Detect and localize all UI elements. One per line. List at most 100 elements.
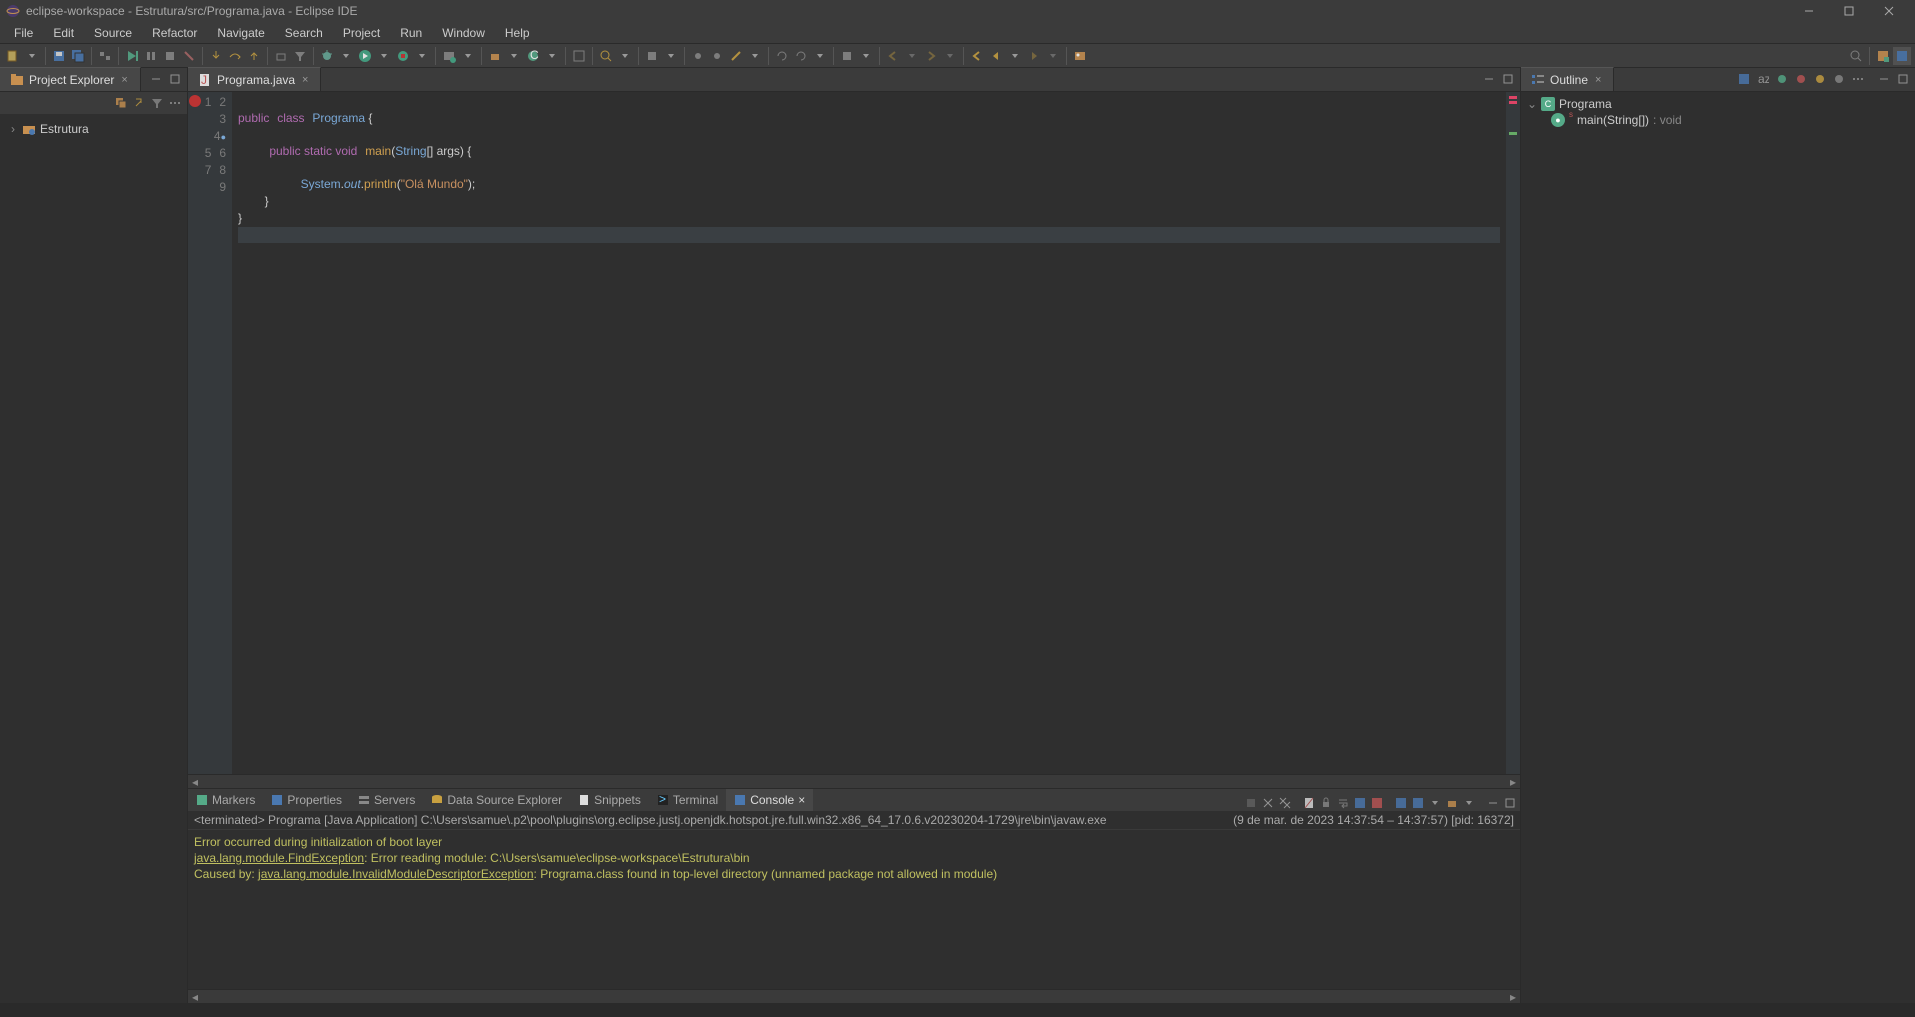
hide-static-icon[interactable]	[1793, 71, 1809, 87]
close-icon[interactable]: ×	[1593, 74, 1603, 86]
tab-markers[interactable]: Markers	[188, 789, 263, 811]
save-all-icon[interactable]	[69, 47, 87, 65]
pin-icon[interactable]	[838, 47, 856, 65]
dropdown-icon[interactable]	[375, 47, 393, 65]
maximize-view-icon[interactable]	[167, 71, 183, 87]
overview-mark-icon[interactable]	[1509, 132, 1517, 135]
pin-console-icon[interactable]	[1393, 795, 1409, 811]
step-return-icon[interactable]	[245, 47, 263, 65]
switch-icon[interactable]	[96, 47, 114, 65]
filter-icon[interactable]	[149, 95, 165, 111]
dropdown-icon[interactable]	[459, 47, 477, 65]
minimize-view-icon[interactable]	[1481, 71, 1497, 87]
maximize-button[interactable]	[1829, 0, 1869, 22]
pause-icon[interactable]	[142, 47, 160, 65]
maximize-view-icon[interactable]	[1895, 71, 1911, 87]
project-tree[interactable]: › Estrutura	[0, 114, 187, 1003]
menu-help[interactable]: Help	[495, 24, 540, 42]
toggle-icon[interactable]	[689, 47, 707, 65]
dropdown-icon[interactable]	[337, 47, 355, 65]
outline-class-row[interactable]: ⌄ C Programa	[1527, 96, 1909, 112]
show-on-error-icon[interactable]	[1369, 795, 1385, 811]
back-icon[interactable]	[884, 47, 902, 65]
menu-source[interactable]: Source	[84, 24, 142, 42]
drop-frame-icon[interactable]	[272, 47, 290, 65]
show-on-output-icon[interactable]	[1352, 795, 1368, 811]
editor-hscrollbar[interactable]: ◂ ▸	[188, 774, 1520, 788]
menu-edit[interactable]: Edit	[43, 24, 84, 42]
view-menu-icon[interactable]	[1850, 71, 1866, 87]
minimize-view-icon[interactable]	[1876, 71, 1892, 87]
tab-terminal[interactable]: >Terminal	[649, 789, 726, 811]
error-marker-icon[interactable]	[189, 95, 201, 107]
refresh-icon[interactable]	[773, 47, 791, 65]
word-wrap-icon[interactable]	[1335, 795, 1351, 811]
tab-outline[interactable]: Outline ×	[1521, 67, 1614, 91]
dropdown-icon[interactable]	[23, 47, 41, 65]
expand-icon[interactable]: ›	[8, 122, 18, 136]
menu-file[interactable]: File	[4, 24, 43, 42]
new-class-icon[interactable]: C	[524, 47, 542, 65]
menu-window[interactable]: Window	[432, 24, 495, 42]
tab-programa-java[interactable]: J Programa.java ×	[188, 67, 321, 91]
scroll-left-icon[interactable]: ◂	[188, 990, 202, 1004]
dropdown-icon[interactable]	[857, 47, 875, 65]
link-editor-icon[interactable]	[131, 95, 147, 111]
forward-icon[interactable]	[922, 47, 940, 65]
hide-fields-icon[interactable]	[1774, 71, 1790, 87]
clear-console-icon[interactable]	[1301, 795, 1317, 811]
maximize-view-icon[interactable]	[1500, 71, 1516, 87]
tab-data-source-explorer[interactable]: Data Source Explorer	[423, 789, 570, 811]
minimize-view-icon[interactable]	[148, 71, 164, 87]
run-server-icon[interactable]	[440, 47, 458, 65]
search-icon[interactable]	[597, 47, 615, 65]
hide-local-icon[interactable]	[1831, 71, 1847, 87]
toggle-icon[interactable]	[708, 47, 726, 65]
remove-all-icon[interactable]	[1277, 795, 1293, 811]
dropdown-icon[interactable]	[662, 47, 680, 65]
filter-icon[interactable]	[291, 47, 309, 65]
new-package-icon[interactable]	[486, 47, 504, 65]
sort-icon[interactable]: az	[1755, 71, 1771, 87]
disconnect-icon[interactable]	[180, 47, 198, 65]
overview-error-icon[interactable]	[1509, 96, 1517, 99]
scroll-right-icon[interactable]: ▸	[1506, 775, 1520, 789]
dropdown-icon[interactable]	[811, 47, 829, 65]
step-over-icon[interactable]	[226, 47, 244, 65]
dropdown-icon[interactable]	[413, 47, 431, 65]
dropdown-icon[interactable]	[746, 47, 764, 65]
run-icon[interactable]	[356, 47, 374, 65]
collapse-icon[interactable]: ⌄	[1527, 97, 1537, 111]
display-console-icon[interactable]	[1410, 795, 1426, 811]
terminate-icon[interactable]	[1243, 795, 1259, 811]
focus-icon[interactable]	[1736, 71, 1752, 87]
menu-project[interactable]: Project	[333, 24, 390, 42]
code-area[interactable]: public class Programa { public static vo…	[232, 92, 1506, 774]
error-gutter[interactable]	[188, 92, 202, 774]
view-menu-icon[interactable]	[167, 95, 183, 111]
minimize-view-icon[interactable]	[1485, 795, 1501, 811]
save-icon[interactable]	[50, 47, 68, 65]
dropdown-icon[interactable]	[1006, 47, 1024, 65]
dropdown-icon[interactable]	[941, 47, 959, 65]
console-hscrollbar[interactable]: ◂ ▸	[188, 989, 1520, 1003]
console-output[interactable]: Error occurred during initialization of …	[188, 830, 1520, 989]
outline-method-row[interactable]: ● s main(String[]) : void	[1527, 112, 1909, 128]
tab-project-explorer[interactable]: Project Explorer ×	[0, 67, 141, 91]
close-button[interactable]	[1869, 0, 1909, 22]
tab-properties[interactable]: Properties	[263, 789, 350, 811]
scroll-left-icon[interactable]: ◂	[188, 775, 202, 789]
menu-navigate[interactable]: Navigate	[207, 24, 274, 42]
dropdown-icon[interactable]	[1461, 795, 1477, 811]
overview-error-icon[interactable]	[1509, 101, 1517, 104]
close-icon[interactable]: ×	[798, 793, 805, 807]
back-nav-icon[interactable]	[987, 47, 1005, 65]
close-icon[interactable]: ×	[119, 74, 129, 86]
dropdown-icon[interactable]	[903, 47, 921, 65]
picture-icon[interactable]	[1071, 47, 1089, 65]
coverage-icon[interactable]	[394, 47, 412, 65]
scroll-lock-icon[interactable]	[1318, 795, 1334, 811]
hide-nonpublic-icon[interactable]	[1812, 71, 1828, 87]
open-perspective-icon[interactable]	[1874, 47, 1892, 65]
annotation-icon[interactable]	[643, 47, 661, 65]
